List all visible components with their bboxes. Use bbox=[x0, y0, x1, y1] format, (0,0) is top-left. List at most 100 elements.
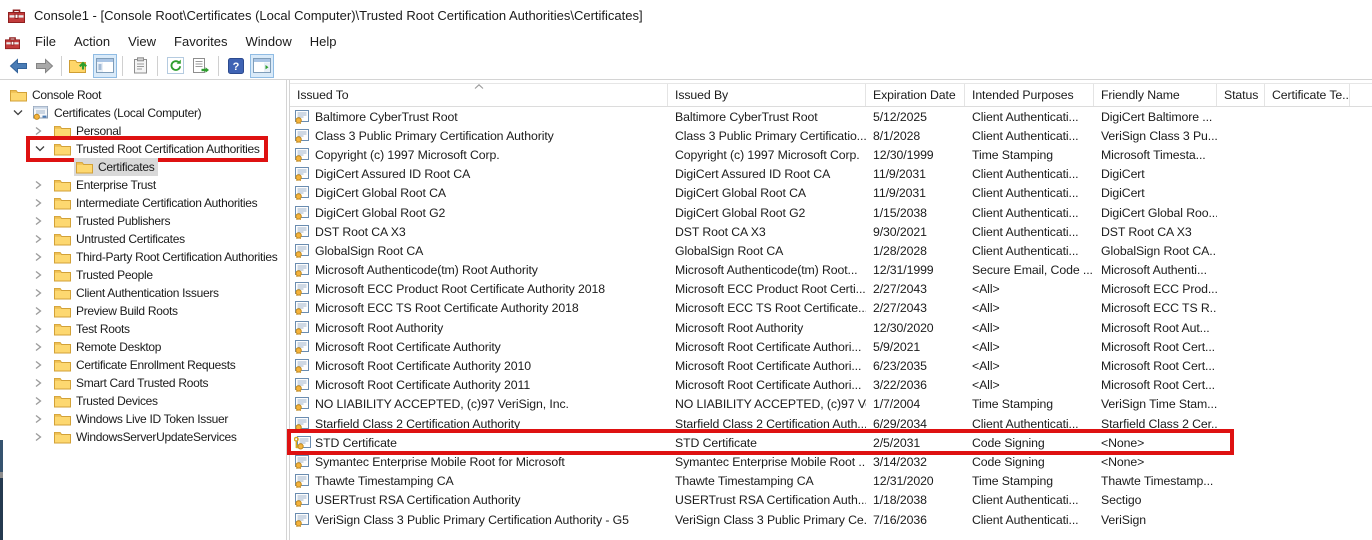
table-row-digicert-global-root-ca[interactable]: DigiCert Global Root CA DigiCert Global R… bbox=[290, 184, 1372, 203]
table-row-copyright-c-1997-microsoft-corp-[interactable]: Copyright (c) 1997 Microsoft Corp. Copyri… bbox=[290, 145, 1372, 164]
table-row-microsoft-root-certificate-authority-2011[interactable]: Microsoft Root Certificate Authority 201… bbox=[290, 376, 1372, 395]
tree-item-trusted-people[interactable]: Trusted People bbox=[0, 266, 286, 284]
tree-item-third-party-root-certification-authorities[interactable]: Third-Party Root Certification Authoriti… bbox=[0, 248, 286, 266]
menu-action[interactable]: Action bbox=[65, 32, 119, 51]
chevron-right-icon[interactable] bbox=[30, 395, 52, 407]
chevron-right-icon[interactable] bbox=[30, 323, 52, 335]
menu-favorites[interactable]: Favorites bbox=[165, 32, 236, 51]
table-row-verisign-class-3-public-primary-certification-authority-g5[interactable]: VeriSign Class 3 Public Primary Certific… bbox=[290, 510, 1372, 529]
chevron-right-icon[interactable] bbox=[30, 215, 52, 227]
column-header-intended-purposes[interactable]: Intended Purposes bbox=[965, 84, 1094, 106]
cell-certificate-template bbox=[1265, 222, 1350, 241]
cell-certificate-template bbox=[1265, 203, 1350, 222]
chevron-right-icon[interactable] bbox=[30, 359, 52, 371]
column-header-issued-to[interactable]: Issued To bbox=[290, 84, 668, 106]
table-row-thawte-timestamping-ca[interactable]: Thawte Timestamping CA Thawte Timestampin… bbox=[290, 472, 1372, 491]
table-row-symantec-enterprise-mobile-root-for-microsoft[interactable]: Symantec Enterprise Mobile Root for Micr… bbox=[290, 452, 1372, 471]
chevron-right-icon[interactable] bbox=[30, 251, 52, 263]
column-header-issued-by[interactable]: Issued By bbox=[668, 84, 866, 106]
show-hide-console-tree-button[interactable] bbox=[93, 53, 117, 78]
tree-item-label: Test Roots bbox=[76, 322, 130, 336]
cell-status bbox=[1217, 107, 1265, 126]
console-tree-window-icon bbox=[96, 58, 114, 73]
column-header-certificate-te-[interactable]: Certificate Te... bbox=[1265, 84, 1350, 106]
tree-item-enterprise-trust[interactable]: Enterprise Trust bbox=[0, 176, 286, 194]
table-row-digicert-assured-id-root-ca[interactable]: DigiCert Assured ID Root CA DigiCert Assu… bbox=[290, 165, 1372, 184]
chevron-right-icon[interactable] bbox=[30, 341, 52, 353]
certificate-icon bbox=[294, 339, 311, 354]
menu-window[interactable]: Window bbox=[237, 32, 301, 51]
tree-item-certificates-local-computer-[interactable]: Certificates (Local Computer) bbox=[0, 104, 286, 122]
chevron-right-icon[interactable] bbox=[30, 413, 52, 425]
cell-certificate-template bbox=[1265, 356, 1350, 375]
refresh-button[interactable] bbox=[163, 54, 187, 78]
chevron-right-icon[interactable] bbox=[30, 125, 52, 137]
tree-item-trusted-devices[interactable]: Trusted Devices bbox=[0, 392, 286, 410]
tree-item-certificates[interactable]: Certificates bbox=[0, 158, 286, 176]
table-row-baltimore-cybertrust-root[interactable]: Baltimore CyberTrust Root Baltimore Cyber… bbox=[290, 107, 1372, 126]
chevron-right-icon[interactable] bbox=[30, 287, 52, 299]
up-one-level-button[interactable] bbox=[67, 54, 91, 78]
chevron-right-icon[interactable] bbox=[30, 233, 52, 245]
menu-help[interactable]: Help bbox=[301, 32, 346, 51]
column-header-friendly-name[interactable]: Friendly Name bbox=[1094, 84, 1217, 106]
table-row-std-certificate[interactable]: STD Certificate STD Certificate 2/5/2031 Co… bbox=[290, 433, 1372, 452]
tree-item-smart-card-trusted-roots[interactable]: Smart Card Trusted Roots bbox=[0, 374, 286, 392]
table-row-microsoft-ecc-product-root-certificate-authority-2018[interactable]: Microsoft ECC Product Root Certificate A… bbox=[290, 280, 1372, 299]
tree-item-personal[interactable]: Personal bbox=[0, 122, 286, 140]
cell-certificate-template bbox=[1265, 261, 1350, 280]
tree-item-intermediate-certification-authorities[interactable]: Intermediate Certification Authorities bbox=[0, 194, 286, 212]
mmc-app-icon-small[interactable] bbox=[5, 35, 20, 49]
table-row-digicert-global-root-g2[interactable]: DigiCert Global Root G2 DigiCert Global R… bbox=[290, 203, 1372, 222]
back-button[interactable] bbox=[6, 54, 30, 78]
table-row-microsoft-root-authority[interactable]: Microsoft Root Authority Microsoft Root A… bbox=[290, 318, 1372, 337]
tree-item-windowsserverupdateservices[interactable]: WindowsServerUpdateServices bbox=[0, 428, 286, 446]
tree-item-label: Remote Desktop bbox=[76, 340, 162, 354]
chevron-right-icon[interactable] bbox=[30, 377, 52, 389]
export-list-button[interactable] bbox=[189, 54, 213, 78]
menu-view[interactable]: View bbox=[119, 32, 165, 51]
tree-item-preview-build-roots[interactable]: Preview Build Roots bbox=[0, 302, 286, 320]
table-row-no-liability-accepted-c-97-verisign-inc-[interactable]: NO LIABILITY ACCEPTED, (c)97 VeriSign, I… bbox=[290, 395, 1372, 414]
cell-issued-to: DigiCert Global Root G2 bbox=[290, 203, 668, 222]
show-hide-action-pane-button[interactable] bbox=[250, 53, 274, 78]
table-row-microsoft-root-certificate-authority-2010[interactable]: Microsoft Root Certificate Authority 201… bbox=[290, 356, 1372, 375]
properties-button[interactable] bbox=[128, 54, 152, 78]
table-row-starfield-class-2-certification-authority[interactable]: Starfield Class 2 Certification Authorit… bbox=[290, 414, 1372, 433]
chevron-right-icon[interactable] bbox=[30, 269, 52, 281]
tree-item-trusted-publishers[interactable]: Trusted Publishers bbox=[0, 212, 286, 230]
cell-friendly-name: DigiCert Baltimore ... bbox=[1101, 109, 1213, 124]
tree-item-client-authentication-issuers[interactable]: Client Authentication Issuers bbox=[0, 284, 286, 302]
tree-item-trusted-root-certification-authorities[interactable]: Trusted Root Certification Authorities bbox=[0, 136, 286, 162]
column-header-status[interactable]: Status bbox=[1217, 84, 1265, 106]
cell-friendly-name: VeriSign Time Stam... bbox=[1101, 397, 1217, 412]
chevron-right-icon[interactable] bbox=[30, 179, 52, 191]
chevron-right-icon[interactable] bbox=[30, 197, 52, 209]
certificate-icon bbox=[294, 205, 311, 220]
table-row-class-3-public-primary-certification-authority[interactable]: Class 3 Public Primary Certification Aut… bbox=[290, 126, 1372, 145]
tree-item-label: Certificate Enrollment Requests bbox=[76, 358, 236, 372]
chevron-right-icon[interactable] bbox=[30, 305, 52, 317]
menu-file[interactable]: File bbox=[26, 32, 65, 51]
table-row-globalsign-root-ca[interactable]: GlobalSign Root CA GlobalSign Root CA 1/28… bbox=[290, 241, 1372, 260]
tree-item-label: Untrusted Certificates bbox=[76, 232, 185, 246]
export-list-icon bbox=[192, 57, 210, 74]
help-button[interactable]: ? bbox=[224, 54, 248, 78]
chevron-right-icon[interactable] bbox=[30, 431, 52, 443]
table-row-microsoft-root-certificate-authority[interactable]: Microsoft Root Certificate Authority Micr… bbox=[290, 337, 1372, 356]
chevron-down-icon[interactable] bbox=[8, 108, 30, 118]
cell-status bbox=[1217, 452, 1265, 471]
chevron-down-icon[interactable] bbox=[30, 144, 52, 154]
tree-item-certificate-enrollment-requests[interactable]: Certificate Enrollment Requests bbox=[0, 356, 286, 374]
tree-item-test-roots[interactable]: Test Roots bbox=[0, 320, 286, 338]
table-row-microsoft-authenticode-tm-root-authority[interactable]: Microsoft Authenticode(tm) Root Authorit… bbox=[290, 261, 1372, 280]
table-row-usertrust-rsa-certification-authority[interactable]: USERTrust RSA Certification Authority USE… bbox=[290, 491, 1372, 510]
tree-item-remote-desktop[interactable]: Remote Desktop bbox=[0, 338, 286, 356]
table-row-dst-root-ca-x3[interactable]: DST Root CA X3 DST Root CA X3 9/30/2021 Cli… bbox=[290, 222, 1372, 241]
forward-button[interactable] bbox=[32, 54, 56, 78]
tree-item-console-root[interactable]: Console Root bbox=[0, 86, 286, 104]
column-header-expiration-date[interactable]: Expiration Date bbox=[866, 84, 965, 106]
tree-item-windows-live-id-token-issuer[interactable]: Windows Live ID Token Issuer bbox=[0, 410, 286, 428]
tree-item-untrusted-certificates[interactable]: Untrusted Certificates bbox=[0, 230, 286, 248]
table-row-microsoft-ecc-ts-root-certificate-authority-2018[interactable]: Microsoft ECC TS Root Certificate Author… bbox=[290, 299, 1372, 318]
